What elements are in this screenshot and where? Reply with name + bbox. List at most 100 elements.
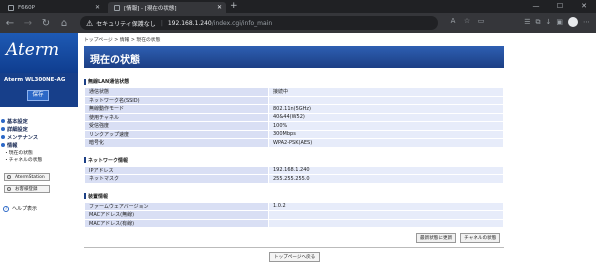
menu-label: 情報 [7,142,18,149]
sidebar-menu: 基本設定 詳細設定 メンテナンス 情報 ・現在の状態 ・チャネルの状態 [0,107,78,163]
download-icon[interactable]: ↓ [546,18,552,26]
network-info-table: IPアドレス 192.168.1.240 ネットマスク 255.255.255.0 [84,165,504,184]
row-value: 1.0.2 [268,201,504,211]
new-tab-icon[interactable]: + [230,1,238,11]
wireless-status-table: 通信状態 接続中 ネットワーク名(SSID) 無線動作モード 802.11n(5GH… [84,87,504,148]
save-button[interactable]: 保存 [27,90,49,101]
row-value [268,210,504,220]
model-name: Aterm WL300NE-AG [0,73,78,87]
bullet-icon [1,119,5,123]
favorite-icon[interactable]: ☆ [462,17,472,25]
back-icon[interactable]: ← [2,18,18,29]
table-row: 暗号化 WPA2-PSK(AES) [84,138,504,148]
row-value: 40&44(W52) [268,112,504,122]
action-buttons: 最新状態に更新 チャネルの状態 [416,233,501,243]
bullet-icon [1,127,5,131]
window-controls: — ☐ ✕ [524,0,596,13]
browser-tab-active[interactable]: [情報] - [現在の状態] ✕ [108,2,226,13]
row-value: 802.11n(5GHz) [268,104,504,114]
section-heading-device: 装置情報 [84,193,596,200]
bullet-icon [1,135,5,139]
save-area: 保存 [0,87,78,107]
main-content: トップページ > 情報 > 現在の状態 現在の状態 無線LAN通信状態 通信状態… [84,33,596,274]
extensions-icon[interactable]: ▣ [556,18,563,26]
close-icon[interactable]: ✕ [95,4,100,11]
refresh-button[interactable]: 最新状態に更新 [416,233,457,243]
table-row: IPアドレス 192.168.1.240 [84,165,504,175]
close-window-icon[interactable]: ✕ [572,0,596,13]
profile-avatar[interactable] [568,17,578,27]
router-page: Aterm Aterm WL300NE-AG 保存 基本設定 詳細設定 メンテナ… [0,33,596,274]
reload-icon[interactable]: ↻ [38,18,54,29]
tab-title: F660P [18,4,35,11]
row-value [268,95,504,105]
favorites-icon[interactable]: ☰ [524,18,530,26]
row-value: 300Mbps [268,129,504,139]
tab-title: [情報] - [現在の状態] [124,5,177,12]
menu-item-basic-settings[interactable]: 基本設定 [0,117,78,125]
minimize-icon[interactable]: — [524,0,548,13]
table-row: 受信強度 100% [84,121,504,131]
menu-item-maintenance[interactable]: メンテナンス [0,133,78,141]
breadcrumb: トップページ > 情報 > 現在の状態 [84,38,161,43]
button-label: AtermStation [15,174,45,180]
row-key: リンクアップ速度 [84,129,269,139]
address-bar-actions: A ☆ ▭ [448,17,486,25]
menu-item-info[interactable]: 情報 [0,141,78,149]
row-value [268,218,504,228]
device-info-table: ファームウェアバージョン 1.0.2 MACアドレス(無線) MACアドレス(有線… [84,201,504,229]
forward-icon[interactable]: → [20,18,36,29]
section-heading-network: ネットワーク情報 [84,157,596,164]
atermstation-button[interactable]: AtermStation [4,173,50,181]
menu-label: 基本設定 [7,118,28,125]
submenu-current-status[interactable]: ・現在の状態 [0,149,78,156]
menu-item-advanced-settings[interactable]: 詳細設定 [0,125,78,133]
channel-status-button[interactable]: チャネルの状態 [460,233,501,243]
table-row: ネットマスク 255.255.255.0 [84,174,504,184]
collections-icon[interactable]: ⧉ [536,18,541,27]
page-title: 現在の状態 [84,46,504,68]
help-link[interactable]: ? ヘルプ表示 [3,205,78,212]
table-row: MACアドレス(無線) [84,210,504,220]
home-icon[interactable]: ⌂ [56,18,72,29]
row-value: 100% [268,121,504,131]
menu-label: 詳細設定 [7,126,28,133]
table-row: ファームウェアバージョン 1.0.2 [84,201,504,211]
split-screen-icon[interactable]: ▭ [476,17,486,25]
maximize-icon[interactable]: ☐ [548,0,572,13]
row-key: 無線動作モード [84,104,269,114]
row-value: 192.168.1.240 [268,165,504,175]
more-icon[interactable]: ⋯ [583,18,590,26]
registration-button[interactable]: お客様登録 [4,185,50,193]
menu-label: メンテナンス [7,134,39,141]
close-icon[interactable]: ✕ [217,4,222,11]
browser-toolbar: ← → ↻ ⌂ ⚠ セキュリティ保護なし | 192.168.1.240 /in… [0,13,596,33]
submenu-channel-status[interactable]: ・チャネルの状態 [0,156,78,163]
warning-icon: ⚠ [86,18,94,28]
browser-tab[interactable]: F660P ✕ [2,2,104,13]
sidebar: Aterm Aterm WL300NE-AG 保存 基本設定 詳細設定 メンテナ… [0,33,78,274]
circle-icon [7,175,11,179]
row-key: 暗号化 [84,138,269,148]
security-warning: セキュリティ保護なし [96,20,156,28]
row-key: ネットワーク名(SSID) [84,95,269,105]
address-bar[interactable]: ⚠ セキュリティ保護なし | 192.168.1.240 /index.cgi/… [80,16,438,30]
table-row: 通信状態 接続中 [84,87,504,97]
bullet-icon [1,143,5,147]
divider [84,247,504,248]
browser-titlebar: F660P ✕ [情報] - [現在の状態] ✕ + — ☐ ✕ [0,0,596,13]
circle-icon [7,187,11,191]
table-row: MACアドレス(有線) [84,218,504,228]
row-key: ファームウェアバージョン [84,201,269,211]
table-row: 無線動作モード 802.11n(5GHz) [84,104,504,114]
read-aloud-icon[interactable]: A [448,17,458,25]
back-to-top-button[interactable]: トップページへ戻る [269,252,321,262]
row-key: 通信状態 [84,87,269,97]
row-key: MACアドレス(有線) [84,218,269,228]
url-path: /index.cgi/info_main [211,19,273,27]
row-key: 受信強度 [84,121,269,131]
toolbar-right: ☰ ⧉ ↓ ▣ ⋯ [524,17,590,27]
row-key: IPアドレス [84,165,269,175]
page-icon [114,4,120,11]
table-row: ネットワーク名(SSID) [84,95,504,105]
